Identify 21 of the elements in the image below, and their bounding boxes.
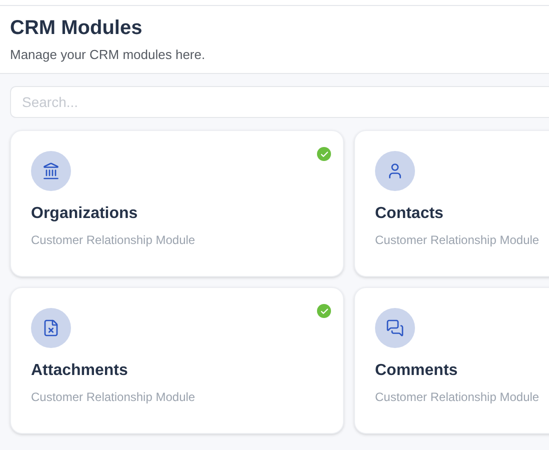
module-description: Customer Relationship Module [31, 232, 196, 249]
chat-bubbles-icon [375, 308, 415, 348]
module-card[interactable]: Comments Customer Relationship Module [354, 287, 549, 434]
page-title: CRM Modules [10, 16, 144, 41]
module-card[interactable]: Organizations Customer Relationship Module [10, 130, 344, 277]
search-field[interactable]: Search... [10, 86, 549, 118]
bank-icon [31, 151, 71, 191]
module-description: Customer Relationship Module [375, 389, 540, 406]
module-name: Organizations [31, 204, 139, 224]
module-name: Comments [375, 361, 459, 381]
check-icon [317, 147, 331, 161]
module-description: Customer Relationship Module [31, 389, 196, 406]
check-icon [317, 304, 331, 318]
document-icon [31, 308, 71, 348]
module-name: Attachments [31, 361, 129, 381]
module-card[interactable]: Attachments Customer Relationship Module [10, 287, 344, 434]
user-icon [375, 151, 415, 191]
page-subtitle: Manage your CRM modules here. [10, 46, 206, 64]
module-description: Customer Relationship Module [375, 232, 540, 249]
module-card[interactable]: Contacts Customer Relationship Module [354, 130, 549, 277]
module-name: Contacts [375, 204, 444, 224]
